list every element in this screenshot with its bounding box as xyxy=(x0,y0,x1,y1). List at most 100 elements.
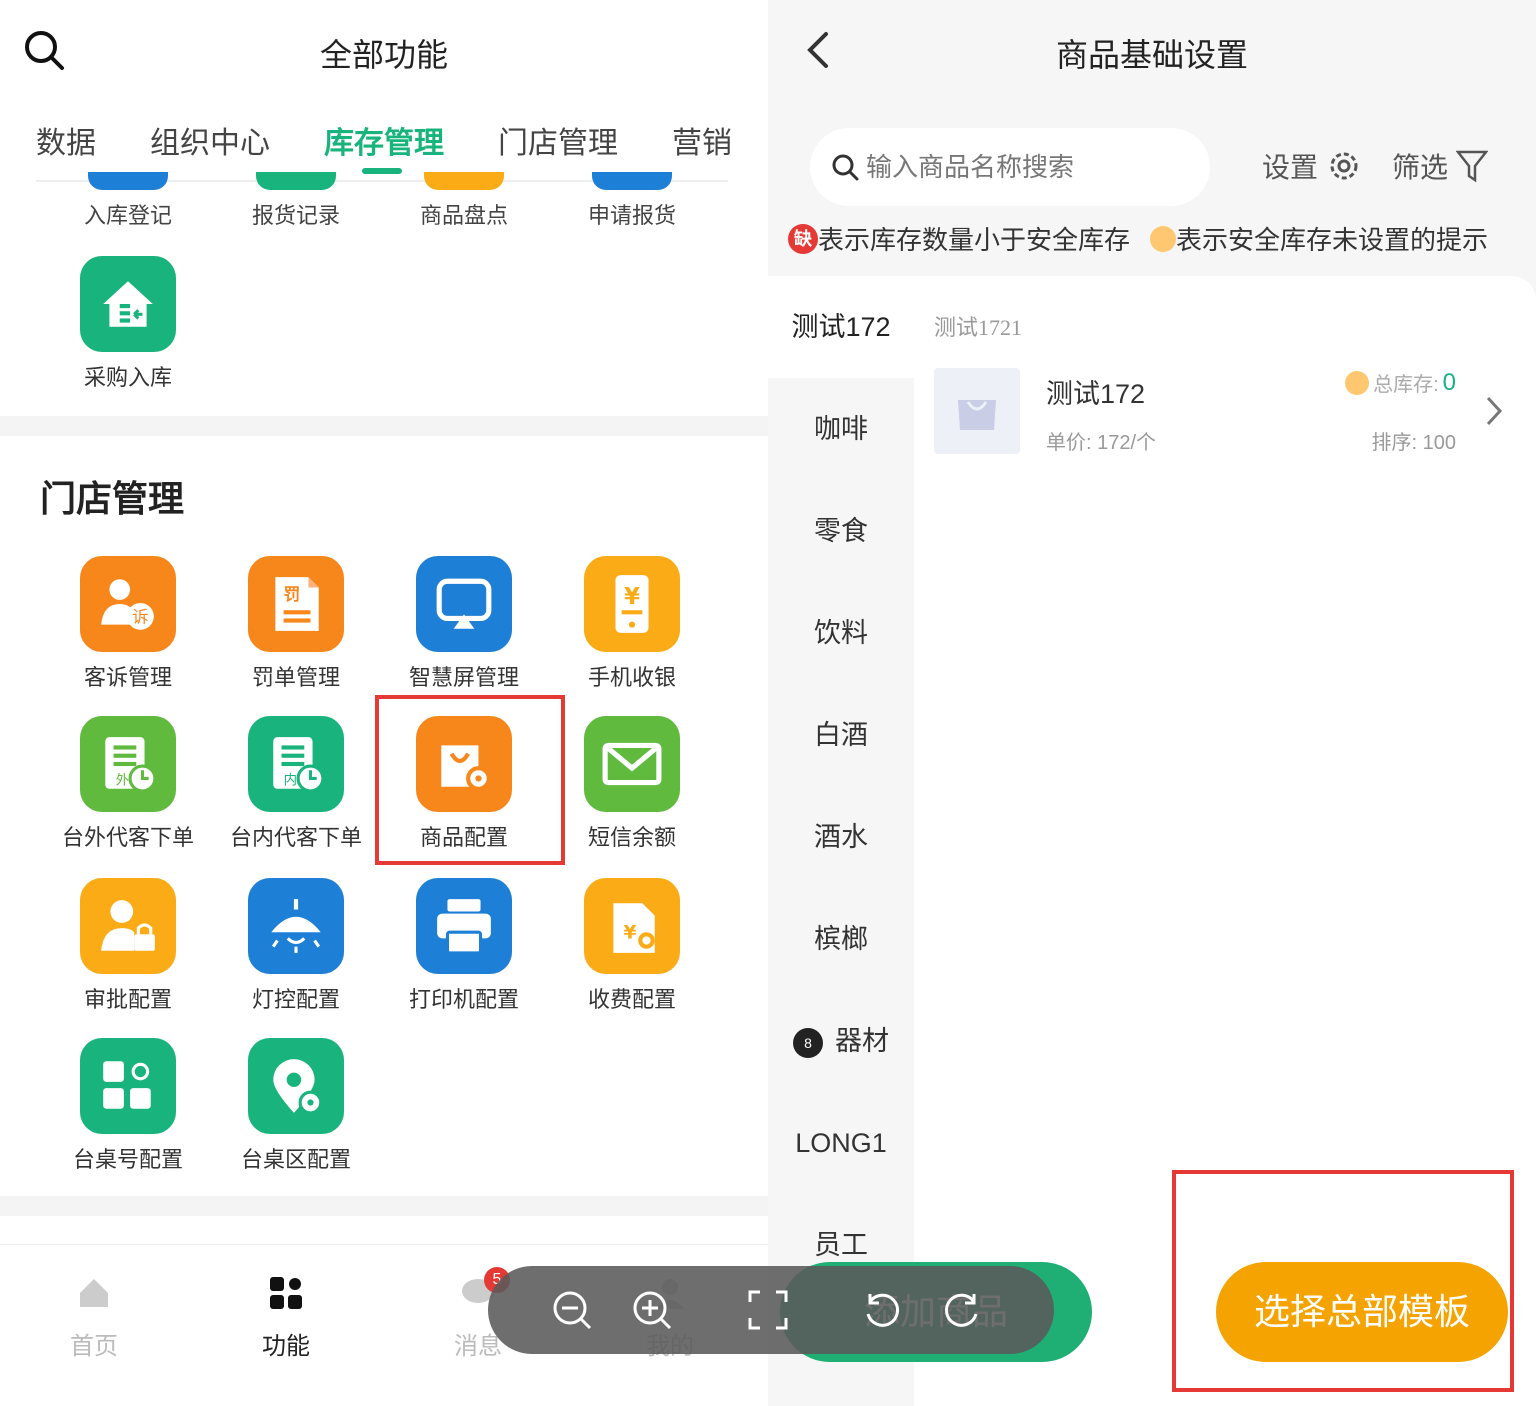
unset-dot-icon xyxy=(1150,225,1177,252)
zoom-in-icon[interactable] xyxy=(630,1288,674,1332)
stocktake-icon[interactable] xyxy=(424,172,504,190)
app-complaint[interactable]: 诉 客诉管理 xyxy=(44,556,212,692)
shortage-legend-text: 表示库存数量小于安全库存 xyxy=(818,225,1131,255)
settings-label: 设置 xyxy=(1262,152,1319,183)
printer-config-icon xyxy=(416,878,512,974)
table-area-icon xyxy=(248,1038,344,1134)
app-inside-order[interactable]: 内 台内代客下单 xyxy=(212,716,380,852)
category-item[interactable]: 饮料 xyxy=(768,582,914,684)
nav-label: 首页 xyxy=(70,1333,118,1360)
category-item[interactable]: 酒水 xyxy=(768,786,914,888)
svg-text:诉: 诉 xyxy=(132,608,149,627)
shopping-bag-icon xyxy=(958,400,996,430)
app-outside-order[interactable]: 外 台外代客下单 xyxy=(44,716,212,852)
category-item-equipment[interactable]: 8 器材 xyxy=(768,990,914,1092)
app-table-number[interactable]: 台桌号配置 xyxy=(44,1038,212,1174)
table-number-icon xyxy=(80,1038,176,1134)
highlight-template-button xyxy=(1172,1170,1514,1392)
settings-header: 商品基础设置 xyxy=(768,0,1536,100)
app-label-apply-report[interactable]: 申请报货 xyxy=(548,198,716,230)
tab-marketing[interactable]: 营销 xyxy=(672,118,732,162)
app-approval-config[interactable]: 审批配置 xyxy=(44,878,212,1014)
product-row[interactable]: 测试172 单价: 172/个 总库存: 0 排序: 100 xyxy=(934,368,1514,458)
product-sort: 排序: 100 xyxy=(1371,432,1456,454)
section-title-store: 门店管理 xyxy=(40,478,185,519)
tab-data[interactable]: 数据 xyxy=(36,118,96,162)
app-smart-screen[interactable]: 智慧屏管理 xyxy=(380,556,548,692)
category-item[interactable]: 槟榔 xyxy=(768,888,914,990)
image-viewer-toolbar xyxy=(488,1266,1054,1354)
category-item[interactable]: LONG1 xyxy=(768,1092,914,1194)
app-label: 打印机配置 xyxy=(408,987,519,1012)
svg-text:外: 外 xyxy=(116,773,129,789)
app-table-area[interactable]: 台桌区配置 xyxy=(212,1038,380,1174)
app-label: 收费配置 xyxy=(587,987,676,1012)
app-sms-balance[interactable]: 短信余额 xyxy=(548,716,716,852)
nav-label: 功能 xyxy=(262,1333,310,1360)
apply-report-icon[interactable] xyxy=(592,172,672,190)
app-label: 智慧屏管理 xyxy=(408,665,519,690)
group-title: 测试1721 xyxy=(934,315,1023,340)
purchase-in-icon xyxy=(80,256,176,352)
section-divider xyxy=(0,1196,768,1216)
highlight-product-config xyxy=(375,695,565,865)
charge-config-icon: ¥ xyxy=(584,878,680,974)
search-icon xyxy=(832,154,859,181)
unset-legend-text: 表示安全库存未设置的提示 xyxy=(1176,225,1489,255)
app-label: 客诉管理 xyxy=(83,665,172,690)
tab-inventory[interactable]: 库存管理 xyxy=(324,118,444,162)
product-stock: 总库存: 0 xyxy=(1345,368,1456,397)
app-printer-config[interactable]: 打印机配置 xyxy=(380,878,548,1014)
unset-dot-icon xyxy=(1345,370,1370,395)
nav-function[interactable]: 功能 xyxy=(226,1275,346,1361)
nav-home[interactable]: 首页 xyxy=(34,1275,154,1361)
settings-button[interactable]: 设置 xyxy=(1262,146,1362,186)
rotate-left-icon[interactable] xyxy=(860,1288,904,1332)
app-label-stocktake[interactable]: 商品盘点 xyxy=(380,198,548,230)
page-title: 商品基础设置 xyxy=(1055,37,1248,73)
light-control-icon xyxy=(248,878,344,974)
app-label: 台桌号配置 xyxy=(72,1147,183,1172)
app-charge-config[interactable]: ¥ 收费配置 xyxy=(548,878,716,1014)
app-label: 手机收银 xyxy=(587,665,676,690)
stock-label: 总库存: xyxy=(1373,374,1439,396)
home-icon xyxy=(80,1279,108,1307)
stock-in-icon[interactable] xyxy=(88,172,168,190)
tab-organization[interactable]: 组织中心 xyxy=(150,118,270,162)
svg-text:罚: 罚 xyxy=(284,585,301,604)
app-label: 审批配置 xyxy=(83,987,172,1012)
app-label: 短信余额 xyxy=(587,825,676,850)
app-mobile-cashier[interactable]: ¥ 手机收银 xyxy=(548,556,716,692)
outside-order-icon: 外 xyxy=(80,716,176,812)
smart-screen-icon xyxy=(416,556,512,652)
stock-value: 0 xyxy=(1442,368,1456,396)
product-search[interactable] xyxy=(810,128,1210,206)
svg-text:内: 内 xyxy=(284,773,297,789)
tab-store[interactable]: 门店管理 xyxy=(498,118,618,162)
rotate-right-icon[interactable] xyxy=(940,1288,984,1332)
category-item[interactable]: 白酒 xyxy=(768,684,914,786)
search-input[interactable] xyxy=(866,142,1186,192)
app-label: 罚单管理 xyxy=(251,665,340,690)
functions-header: 全部功能 xyxy=(0,0,768,100)
complaint-icon: 诉 xyxy=(80,556,176,652)
app-label-report-record[interactable]: 报货记录 xyxy=(212,198,380,230)
billiard-ball-icon: 8 xyxy=(793,1027,823,1058)
category-item[interactable]: 零食 xyxy=(768,480,914,582)
app-label: 台外代客下单 xyxy=(61,825,194,850)
category-item[interactable]: 咖啡 xyxy=(768,378,914,480)
product-price: 单价: 172/个 xyxy=(1046,432,1157,454)
app-label-stock-in[interactable]: 入库登记 xyxy=(44,198,212,230)
app-light-control[interactable]: 灯控配置 xyxy=(212,878,380,1014)
report-record-icon[interactable] xyxy=(256,172,336,190)
active-tab-indicator xyxy=(362,168,402,174)
zoom-out-icon[interactable] xyxy=(550,1288,594,1332)
mobile-cashier-icon: ¥ xyxy=(584,556,680,652)
product-name: 测试172 xyxy=(1046,379,1146,409)
app-purchase-in[interactable]: 采购入库 xyxy=(44,256,212,392)
inside-order-icon: 内 xyxy=(248,716,344,812)
app-penalty[interactable]: 罚 罚单管理 xyxy=(212,556,380,692)
category-item[interactable]: 测试172 xyxy=(768,276,914,378)
fullscreen-icon[interactable] xyxy=(746,1288,790,1332)
filter-button[interactable]: 筛选 xyxy=(1392,146,1489,186)
